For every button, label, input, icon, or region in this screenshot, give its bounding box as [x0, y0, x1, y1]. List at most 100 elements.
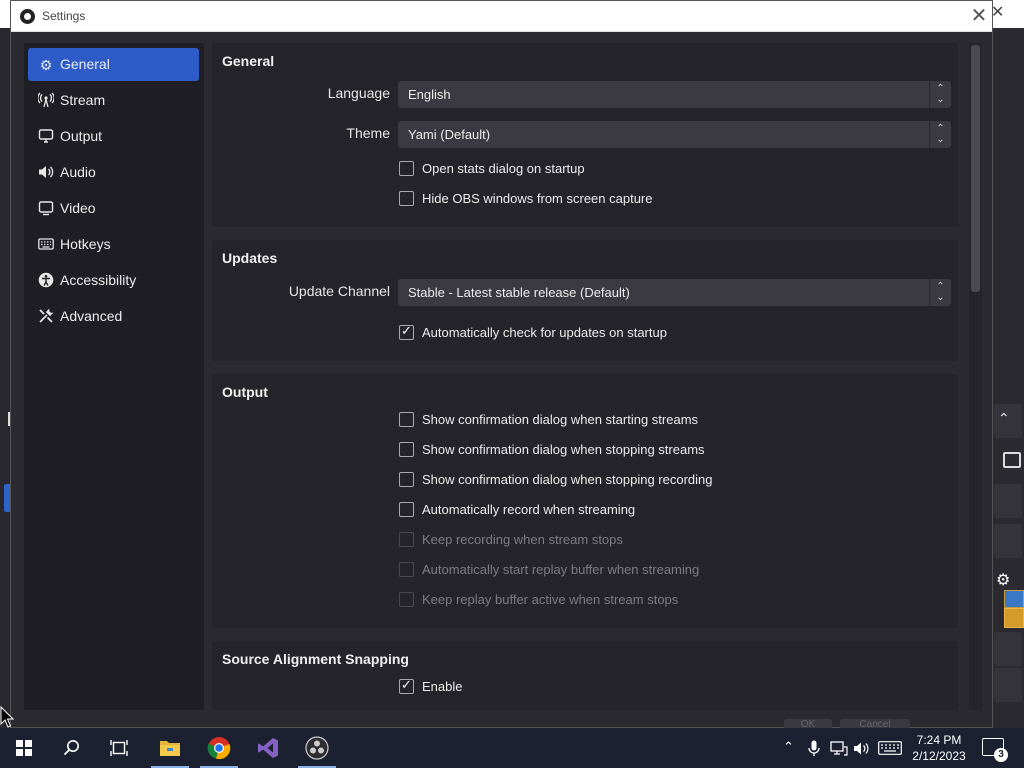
output-icon — [37, 128, 55, 146]
mouse-cursor-icon — [0, 706, 14, 728]
right-edge-button[interactable] — [994, 668, 1022, 702]
language-label: Language — [327, 85, 390, 101]
taskbar-clock[interactable]: 7:24 PM 2/12/2023 — [904, 732, 974, 764]
tray-app-icon[interactable] — [1004, 590, 1024, 608]
settings-sidebar: ⚙ General Stream Output Audio Video Hotk… — [24, 43, 204, 710]
checkbox-label: Keep recording when stream stops — [422, 532, 623, 547]
clock-date: 2/12/2023 — [912, 749, 966, 763]
microphone-icon[interactable] — [808, 740, 820, 757]
task-view-button[interactable] — [96, 728, 142, 768]
obs-logo-icon — [20, 9, 35, 24]
checkbox-label: Keep replay buffer active when stream st… — [422, 592, 679, 607]
sidebar-item-label: Output — [60, 128, 103, 144]
checkbox-box[interactable] — [399, 412, 414, 427]
sidebar-item-label: Advanced — [60, 308, 123, 324]
theme-select[interactable]: Yami (Default) ⌃ ⌄ — [398, 121, 951, 148]
sidebar-item-label: General — [60, 56, 110, 72]
checkbox-label: Show confirmation dialog when stopping r… — [422, 472, 713, 487]
sidebar-item-label: Audio — [60, 164, 96, 180]
obs-icon — [305, 736, 329, 760]
sidebar-item-label: Video — [60, 200, 96, 216]
chrome-icon — [207, 737, 231, 760]
antenna-icon — [37, 92, 55, 110]
checkbox-label: Automatically record when streaming — [422, 502, 636, 517]
checkbox-box[interactable] — [399, 502, 414, 517]
keyboard-icon[interactable] — [878, 741, 902, 755]
update-channel-select[interactable]: Stable - Latest stable release (Default)… — [398, 279, 951, 306]
taskbar: ⌃ 7:24 PM 2/12/2023 3 — [0, 728, 1024, 768]
folder-icon — [160, 741, 180, 756]
tools-icon — [37, 308, 55, 326]
sidebar-item-label: Stream — [60, 92, 106, 108]
checkbox-box — [399, 532, 414, 547]
taskbar-visual-studio[interactable] — [245, 728, 291, 768]
theme-value: Yami (Default) — [408, 127, 491, 142]
right-edge-button[interactable] — [994, 484, 1022, 518]
visual-studio-icon — [258, 738, 278, 758]
checkbox-box — [399, 562, 414, 577]
updates-section: Updates Update Channel Stable - Latest s… — [212, 240, 958, 361]
chevron-updown-icon: ⌃ ⌄ — [929, 279, 951, 306]
checkbox-box[interactable] — [399, 472, 414, 487]
checkbox-label: Show confirmation dialog when starting s… — [422, 412, 699, 427]
theme-label: Theme — [346, 125, 390, 141]
checkbox-box — [399, 592, 414, 607]
snapping-section: Source Alignment Snapping Enable — [212, 641, 958, 710]
language-select[interactable]: English ⌃ ⌄ — [398, 81, 951, 108]
sidebar-item-stream[interactable]: Stream — [28, 84, 199, 117]
sidebar-item-advanced[interactable]: Advanced — [28, 300, 199, 333]
scrollbar-thumb[interactable] — [971, 45, 980, 292]
sidebar-item-label: Accessibility — [60, 272, 137, 288]
section-title: Output — [222, 384, 268, 400]
sidebar-item-audio[interactable]: Audio — [28, 156, 199, 189]
content-scrollbar[interactable] — [969, 43, 982, 710]
chevron-up-icon[interactable]: ⌃ — [783, 739, 794, 768]
task-view-icon — [110, 740, 128, 756]
sidebar-item-hotkeys[interactable]: Hotkeys — [28, 228, 199, 261]
volume-icon[interactable] — [853, 741, 871, 756]
output-section: Output Show confirmation dialog when sta… — [212, 374, 958, 628]
network-icon[interactable] — [830, 741, 848, 756]
sidebar-item-output[interactable]: Output — [28, 120, 199, 153]
general-section: General Language English ⌃ ⌄ Theme Yami (… — [212, 43, 958, 227]
update-channel-label: Update Channel — [288, 283, 390, 299]
chevron-updown-icon: ⌃ ⌄ — [929, 81, 951, 108]
checkbox-label: Open stats dialog on startup — [422, 161, 585, 176]
checkbox-label: Show confirmation dialog when stopping s… — [422, 442, 705, 457]
start-button[interactable] — [0, 728, 46, 768]
notification-count-badge: 3 — [994, 748, 1008, 762]
main-window-close-icon[interactable]: ✕ — [991, 2, 1004, 22]
sidebar-item-video[interactable]: Video — [28, 192, 199, 225]
checkbox-label: Enable — [422, 679, 463, 694]
dock-icon[interactable] — [1003, 452, 1021, 468]
language-value: English — [408, 87, 451, 102]
close-icon[interactable]: ✕ — [969, 4, 989, 28]
taskbar-obs[interactable] — [294, 728, 340, 768]
checkbox-box[interactable] — [399, 161, 414, 176]
gear-icon[interactable]: ⚙ — [996, 570, 1010, 590]
section-title: Updates — [222, 250, 278, 266]
keyboard-icon — [37, 236, 55, 254]
search-icon — [63, 740, 79, 756]
checkbox-box[interactable] — [399, 191, 414, 206]
clock-time: 7:24 PM — [916, 733, 962, 747]
settings-content: General Language English ⌃ ⌄ Theme Yami (… — [204, 43, 958, 710]
checkbox-label: Automatically check for updates on start… — [422, 325, 667, 340]
checkbox-label: Hide OBS windows from screen capture — [422, 191, 653, 206]
right-edge-button[interactable] — [994, 524, 1022, 558]
checkbox-box[interactable] — [399, 323, 414, 340]
checkbox-box[interactable] — [399, 677, 414, 694]
dialog-title: Settings — [42, 9, 86, 23]
taskbar-chrome[interactable] — [196, 728, 242, 768]
sidebar-item-general[interactable]: ⚙ General — [28, 48, 199, 81]
chevron-updown-icon: ⌃ — [998, 410, 1010, 426]
sidebar-item-label: Hotkeys — [60, 236, 111, 252]
update-channel-value: Stable - Latest stable release (Default) — [408, 285, 630, 300]
checkbox-label: Automatically start replay buffer when s… — [422, 562, 700, 577]
right-edge-button[interactable] — [994, 632, 1022, 666]
taskbar-file-explorer[interactable] — [147, 728, 193, 768]
sidebar-item-accessibility[interactable]: Accessibility — [28, 264, 199, 297]
tray-monitor-icon[interactable] — [1004, 608, 1024, 628]
checkbox-box[interactable] — [399, 442, 414, 457]
search-button[interactable] — [48, 728, 94, 768]
